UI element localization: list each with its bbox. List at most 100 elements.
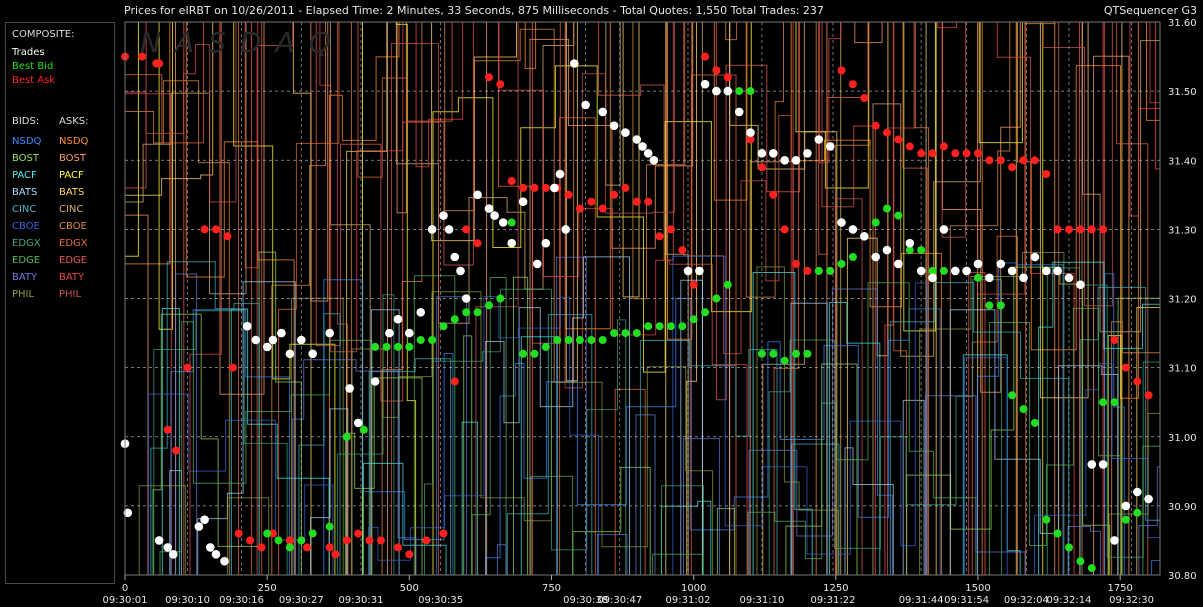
trade-point (973, 259, 983, 269)
best-ask-point (138, 52, 147, 61)
trade-point (370, 377, 380, 386)
best-ask-point (1019, 156, 1028, 165)
best-ask-point (519, 183, 528, 192)
trade-point (461, 294, 471, 303)
best-ask-point (285, 536, 294, 545)
best-ask-point (587, 197, 596, 206)
best-ask-point (172, 446, 181, 455)
best-ask-point (229, 363, 237, 372)
y-tick-label: 31.60 (1168, 18, 1197, 29)
x-tick-label: 1750 (1107, 583, 1132, 594)
trade-point (490, 211, 499, 220)
best-bid-point (462, 308, 471, 317)
best-ask-point (769, 190, 778, 199)
trade-point (262, 342, 272, 352)
best-bid-point (564, 336, 573, 344)
best-bid-point (394, 342, 402, 351)
best-ask-point (610, 190, 619, 199)
trade-point (757, 149, 767, 158)
best-bid-point (757, 349, 766, 358)
time-label: 09:31:54 (944, 595, 989, 606)
y-tick-label: 31.40 (1168, 156, 1197, 167)
best-bid-point (610, 329, 619, 338)
best-ask-point (564, 190, 573, 199)
bid-line-cboe (125, 255, 1161, 576)
best-ask-point (860, 94, 869, 102)
best-ask-point (894, 135, 903, 144)
trade-point (712, 86, 721, 96)
trade-point (345, 384, 354, 393)
trade-point (638, 142, 647, 151)
trade-point (683, 266, 693, 276)
best-bid-point (587, 336, 596, 344)
time-label: 09:31:44 (899, 595, 944, 606)
best-ask-point (575, 204, 584, 213)
best-ask-point (1042, 170, 1051, 179)
time-label: 09:30:31 (339, 595, 384, 606)
best-ask-point (644, 197, 653, 206)
trade-point (621, 128, 630, 137)
trade-point (632, 135, 642, 144)
best-ask-point (1099, 225, 1108, 234)
trade-point (297, 335, 306, 345)
trade-point (939, 225, 949, 234)
best-bid-point (1019, 405, 1028, 414)
best-bid-point (1042, 515, 1051, 524)
best-bid-point (1133, 508, 1142, 517)
best-ask-point (354, 529, 363, 538)
best-ask-point (405, 550, 414, 559)
best-ask-point (1076, 225, 1085, 234)
trade-point (734, 107, 744, 117)
best-bid-point (1087, 564, 1096, 573)
trade-point (456, 266, 465, 276)
best-bid-point (803, 349, 812, 358)
x-tick-label: 1000 (681, 583, 706, 594)
best-ask-point (951, 149, 960, 158)
y-tick-label: 30.80 (1168, 571, 1197, 582)
best-bid-point (780, 356, 789, 365)
time-label: 09:31:02 (666, 595, 711, 606)
time-label: 09:30:27 (279, 595, 324, 606)
time-label: 09:30:01 (103, 595, 148, 606)
best-bid-point (450, 315, 459, 324)
trade-point (581, 100, 590, 110)
trade-point (277, 328, 286, 338)
trade-point (928, 273, 937, 283)
trade-point (154, 536, 164, 545)
trade-point (609, 121, 619, 130)
trade-point (308, 349, 318, 359)
trade-point (1133, 487, 1142, 497)
time-label: 09:31:10 (739, 595, 784, 606)
time-label: 09:32:14 (1047, 595, 1092, 606)
best-bid-point (871, 218, 880, 227)
best-bid-point (848, 253, 857, 261)
best-bid-point (621, 329, 630, 338)
best-ask-point (1144, 391, 1153, 400)
trade-point (598, 107, 607, 117)
trade-point (985, 273, 994, 283)
trade-point (473, 190, 482, 200)
trade-point (570, 59, 579, 68)
trade-point (894, 259, 903, 269)
bid-line-nsdq (125, 262, 1161, 576)
trade-point (700, 79, 710, 89)
trade-point (996, 259, 1006, 269)
trade-point (533, 259, 542, 269)
price-chart: NASDAQ 31.6031.5031.4031.3031.2031.1031.… (103, 18, 1197, 606)
best-ask-point (1065, 225, 1073, 234)
best-ask-point (473, 239, 482, 248)
trade-point (1076, 280, 1085, 290)
trade-point (951, 266, 960, 276)
best-ask-point (962, 149, 971, 158)
y-tick-label: 31.30 (1168, 225, 1197, 236)
best-bid-point (439, 322, 448, 331)
trade-point (695, 266, 704, 276)
best-bid-point (473, 308, 482, 317)
bid-line-bats (125, 256, 1161, 576)
trade-point (251, 335, 261, 345)
best-ask-point (541, 183, 550, 192)
best-bid-point (632, 329, 641, 338)
best-bid-point (1008, 391, 1017, 400)
time-label: 09:32:04 (1004, 595, 1049, 606)
best-bid-point (689, 315, 698, 324)
